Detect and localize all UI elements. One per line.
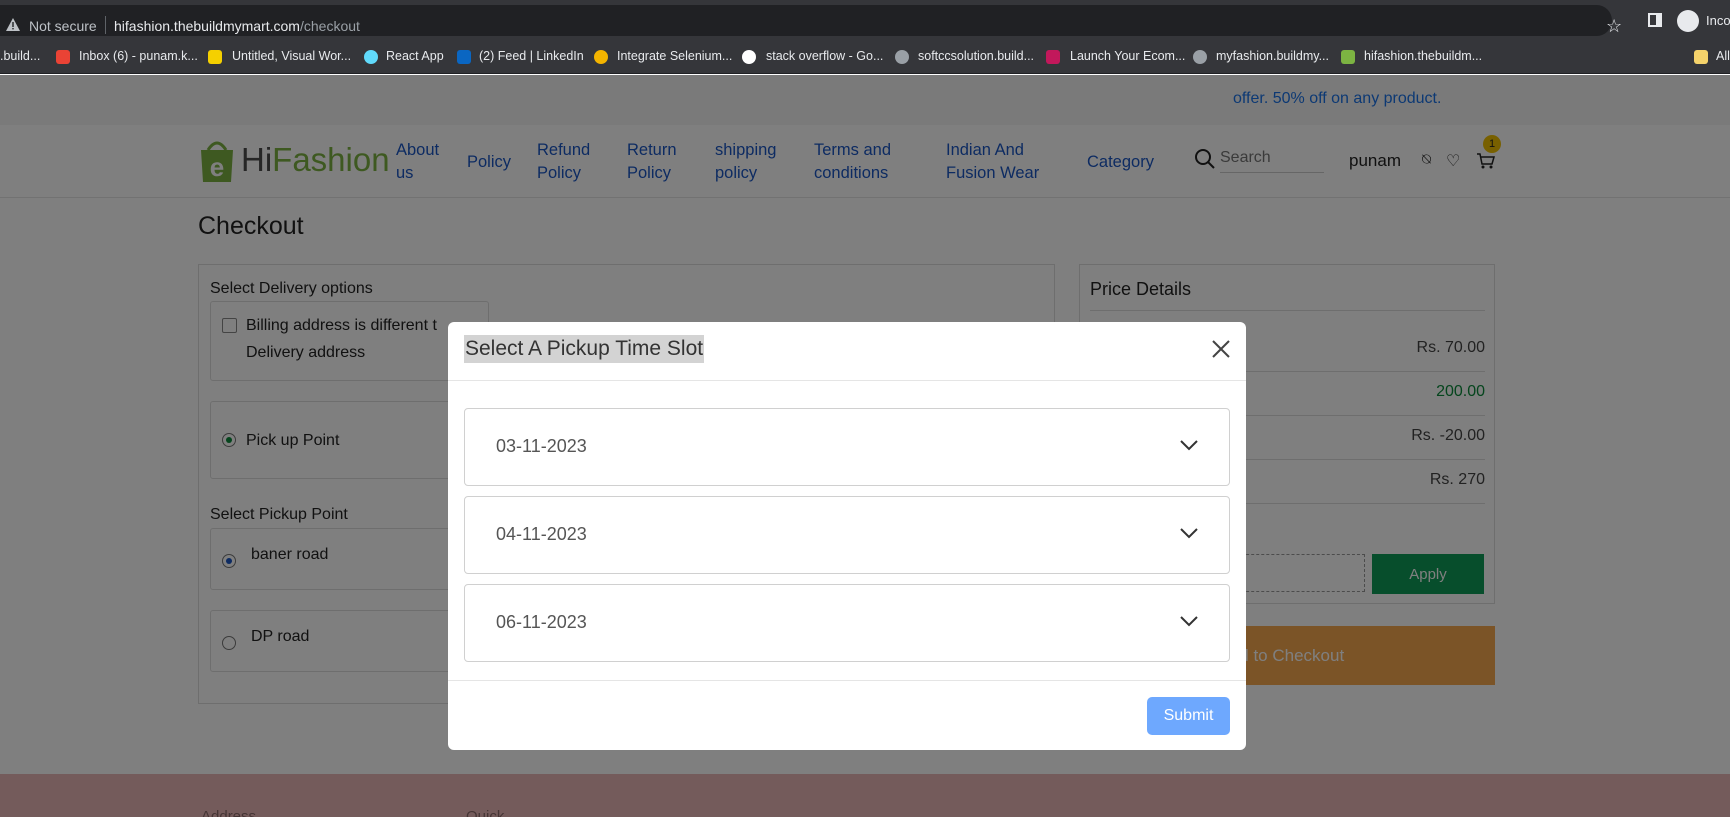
- slot-date: 04-11-2023: [496, 524, 587, 544]
- store-icon: [1046, 50, 1060, 64]
- profile-label[interactable]: Incog: [1706, 13, 1730, 28]
- bookmark-item[interactable]: Launch Your Ecom...: [1070, 49, 1185, 63]
- bookmark-item[interactable]: hifashion.thebuildm...: [1364, 49, 1482, 63]
- security-label: Not secure: [29, 18, 97, 34]
- incognito-icon[interactable]: [1677, 10, 1699, 32]
- linkedin-icon: [457, 50, 471, 64]
- chrome-icon: [594, 50, 608, 64]
- bookmark-item[interactable]: Inbox (6) - punam.k...: [79, 49, 198, 63]
- url-text[interactable]: hifashion.thebuildmymart.com/checkout: [114, 18, 360, 34]
- bookmark-item[interactable]: stack overflow - Go...: [766, 49, 883, 63]
- slot-date: 03-11-2023: [496, 436, 587, 456]
- close-modal-button[interactable]: [1209, 338, 1233, 362]
- url-path: /checkout: [299, 18, 360, 34]
- chevron-down-icon: [1180, 440, 1198, 451]
- warning-icon[interactable]: [6, 18, 20, 31]
- slot-date: 06-11-2023: [496, 612, 587, 632]
- bookmarks-bar: .build... Inbox (6) - punam.k... Untitle…: [0, 40, 1730, 74]
- folder-icon: [1694, 50, 1708, 64]
- side-panel-icon[interactable]: [1648, 13, 1662, 27]
- bookmark-item[interactable]: Integrate Selenium...: [617, 49, 732, 63]
- pickup-time-slot-modal: Select A Pickup Time Slot 03-11-2023 04-…: [448, 322, 1246, 750]
- globe-icon: [895, 50, 909, 64]
- time-slot-accordion-item[interactable]: 04-11-2023: [464, 496, 1230, 574]
- submit-button[interactable]: Submit: [1147, 697, 1230, 735]
- google-icon: [742, 50, 756, 64]
- bookmark-item[interactable]: (2) Feed | LinkedIn: [479, 49, 584, 63]
- gmail-icon: [56, 50, 70, 64]
- modal-title: Select A Pickup Time Slot: [464, 335, 705, 363]
- time-slot-accordion-item[interactable]: 03-11-2023: [464, 408, 1230, 486]
- chevron-down-icon: [1180, 616, 1198, 627]
- browser-address-bar: Not secure hifashion.thebuildmymart.com/…: [0, 0, 1730, 40]
- bookmark-item[interactable]: softccsolution.build...: [918, 49, 1034, 63]
- bookmark-star-icon[interactable]: ☆: [1606, 16, 1622, 37]
- bookmark-item[interactable]: .build...: [0, 49, 40, 63]
- url-host: hifashion.thebuildmymart.com: [114, 18, 300, 34]
- url-divider: [105, 16, 106, 34]
- bookmark-item[interactable]: myfashion.buildmy...: [1216, 49, 1329, 63]
- url-bar[interactable]: Not secure hifashion.thebuildmymart.com/…: [0, 5, 1622, 36]
- bookmark-item[interactable]: Untitled, Visual Wor...: [232, 49, 351, 63]
- chevron-down-icon: [1180, 528, 1198, 539]
- time-slot-accordion-item[interactable]: 06-11-2023: [464, 584, 1230, 662]
- react-icon: [364, 50, 378, 64]
- hifashion-icon: [1341, 50, 1355, 64]
- bookmark-item[interactable]: React App: [386, 49, 444, 63]
- globe-icon: [1193, 50, 1207, 64]
- modal-footer-divider: [448, 680, 1246, 681]
- modal-header-divider: [448, 380, 1246, 381]
- bookmark-item[interactable]: All: [1716, 49, 1730, 63]
- close-icon: [1212, 339, 1230, 358]
- miro-icon: [208, 50, 222, 64]
